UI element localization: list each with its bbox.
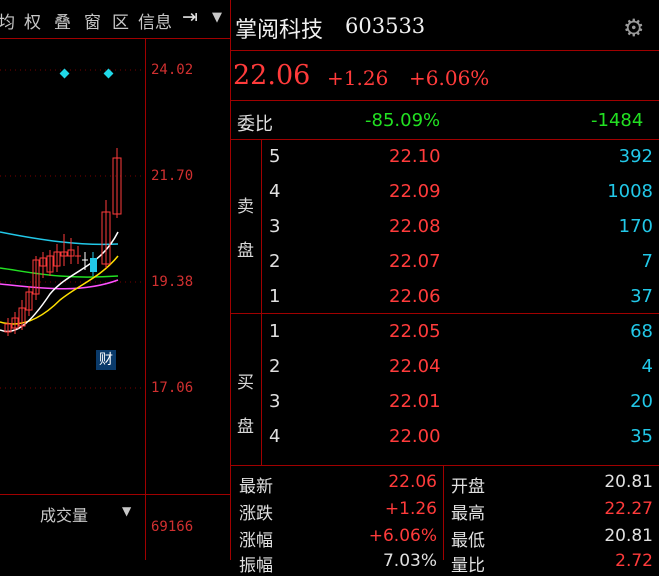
level: 1 xyxy=(269,286,281,307)
price-axis-border xyxy=(145,38,146,560)
toolbar-junxian[interactable]: 均 xyxy=(0,8,15,33)
stat-label: 量比 xyxy=(451,556,485,576)
finance-report-badge[interactable]: 财 xyxy=(96,350,116,370)
ask-price: 22.08 xyxy=(389,216,441,237)
stat-label: 开盘 xyxy=(451,477,485,497)
price-tick: 21.70 xyxy=(151,168,194,184)
stat-label: 振幅 xyxy=(239,556,273,576)
level: 2 xyxy=(269,356,281,377)
chevron-down-icon[interactable]: ▼ xyxy=(122,504,131,518)
bid-volume: 35 xyxy=(630,426,653,447)
sidebar-toggle-icon[interactable]: ⇥ xyxy=(182,6,198,28)
ask-price: 22.06 xyxy=(389,286,441,307)
stat-volratio: 2.72 xyxy=(615,551,653,571)
ask-volume: 392 xyxy=(618,146,653,167)
price-tick: 19.38 xyxy=(151,274,194,290)
quote-panel: 掌阅科技 603533 ⚙ 22.06 +1.26 +6.06% 委比 -85.… xyxy=(230,0,659,576)
ask-volume: 7 xyxy=(641,251,653,272)
stats-divider xyxy=(443,465,444,560)
gear-icon[interactable]: ⚙ xyxy=(623,14,645,42)
price-change: +1.26 xyxy=(327,66,389,90)
volume-indicator-label[interactable]: 成交量 xyxy=(40,502,88,526)
level: 5 xyxy=(269,146,281,167)
level: 3 xyxy=(269,391,281,412)
stat-label: 涨幅 xyxy=(239,531,273,551)
signal-marker-icon xyxy=(59,68,70,79)
weibi-diff: -1484 xyxy=(591,110,644,131)
last-price: 22.06 xyxy=(233,60,311,91)
stock-name: 掌阅科技 xyxy=(235,18,324,43)
ask-volume: 170 xyxy=(618,216,653,237)
toolbar-quan[interactable]: 权 xyxy=(24,8,41,33)
stat-latest: 22.06 xyxy=(388,472,437,492)
toolbar-chuang[interactable]: 窗 xyxy=(84,8,101,33)
divider xyxy=(231,50,659,51)
toolbar-xinxi[interactable]: 信息 xyxy=(138,8,172,33)
buy-side-label: 盘 xyxy=(237,417,254,437)
kline-chart-panel[interactable]: 均 权 叠 窗 区 信息 ⇥ ▼ 24.02 21.70 19.38 17.06… xyxy=(0,0,230,560)
weibi-label: 委比 xyxy=(237,114,273,135)
level: 3 xyxy=(269,216,281,237)
stat-label: 最新 xyxy=(239,477,273,497)
stat-label: 涨跌 xyxy=(239,504,273,524)
stat-pct: +6.06% xyxy=(368,526,437,546)
bid-price: 22.00 xyxy=(389,426,441,447)
stat-open: 20.81 xyxy=(604,472,653,492)
bid-price: 22.04 xyxy=(389,356,441,377)
stock-code: 603533 xyxy=(345,14,426,38)
volume-axis-value: 69166 xyxy=(151,519,194,535)
level: 4 xyxy=(269,426,281,447)
weibi-ratio: -85.09% xyxy=(365,110,441,131)
stat-high: 22.27 xyxy=(604,499,653,519)
bid-price: 22.05 xyxy=(389,321,441,342)
ask-price: 22.10 xyxy=(389,146,441,167)
ask-price: 22.07 xyxy=(389,251,441,272)
bid-price: 22.01 xyxy=(389,391,441,412)
level: 4 xyxy=(269,181,281,202)
side-divider xyxy=(261,139,262,465)
ma-line-cyan xyxy=(0,231,119,246)
price-tick: 17.06 xyxy=(151,380,194,396)
chevron-down-icon[interactable]: ▼ xyxy=(212,10,222,25)
divider xyxy=(231,100,659,101)
divider xyxy=(231,465,659,466)
level: 1 xyxy=(269,321,281,342)
ask-price: 22.09 xyxy=(389,181,441,202)
volume-separator xyxy=(0,494,230,495)
stat-low: 20.81 xyxy=(604,526,653,546)
bid-volume: 4 xyxy=(641,356,653,377)
kline-canvas xyxy=(0,68,145,389)
stat-label: 最高 xyxy=(451,504,485,524)
price-change-pct: +6.06% xyxy=(409,66,490,90)
sell-side-label: 卖 xyxy=(237,197,254,217)
level: 2 xyxy=(269,251,281,272)
stat-label: 最低 xyxy=(451,531,485,551)
bid-volume: 68 xyxy=(630,321,653,342)
ask-volume: 1008 xyxy=(607,181,653,202)
chart-toolbar: 均 权 叠 窗 区 信息 ⇥ ▼ xyxy=(0,0,230,38)
divider xyxy=(231,313,659,314)
stat-amp: 7.03% xyxy=(382,551,437,571)
toolbar-die[interactable]: 叠 xyxy=(54,8,71,33)
ask-volume: 37 xyxy=(630,286,653,307)
toolbar-qu[interactable]: 区 xyxy=(112,8,129,33)
stat-change: +1.26 xyxy=(384,499,437,519)
sell-side-label: 盘 xyxy=(237,241,254,261)
price-tick: 24.02 xyxy=(151,62,194,78)
buy-side-label: 买 xyxy=(237,373,254,393)
divider xyxy=(231,139,659,140)
bid-volume: 20 xyxy=(630,391,653,412)
